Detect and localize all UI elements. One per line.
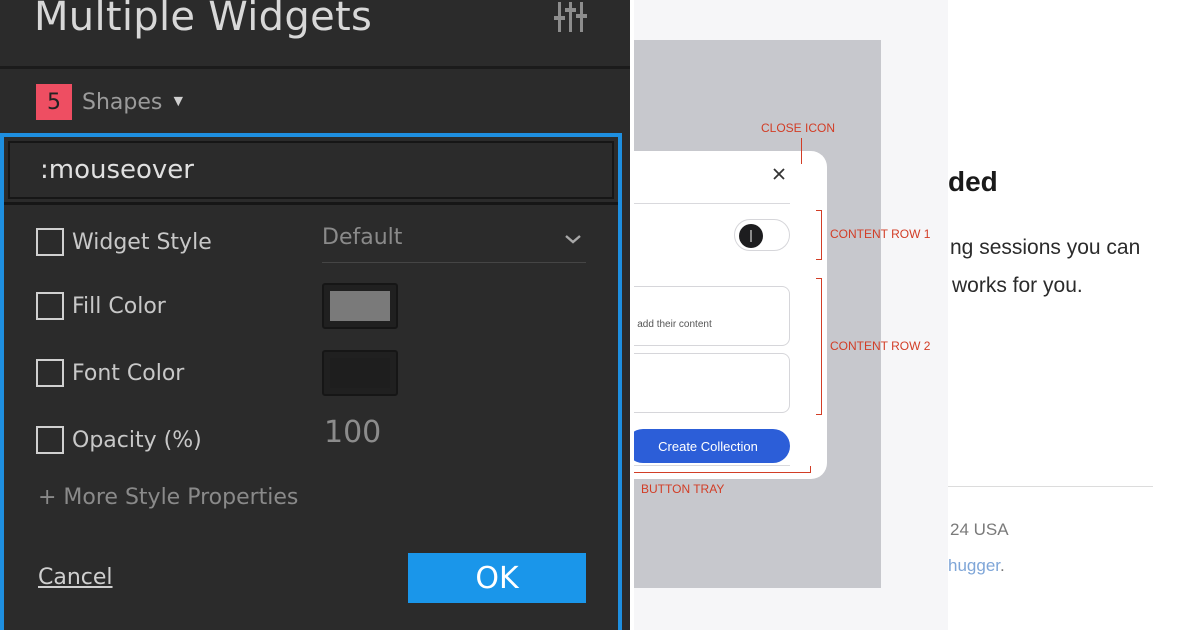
property-row-font-color: Font Color: [36, 356, 184, 390]
content-field-1[interactable]: rs to add their content: [634, 286, 790, 346]
fill-color-swatch[interactable]: [322, 283, 398, 329]
article-body-line-1: ng sessions you can: [950, 236, 1141, 259]
shapes-selector[interactable]: 5 Shapes ▼: [36, 84, 186, 120]
annotation-button-tray: BUTTON TRAY: [641, 482, 725, 496]
annotation-tray-bracket: [634, 472, 811, 473]
opacity-input[interactable]: 100: [324, 415, 381, 450]
annotation-row1-bracket: [821, 210, 822, 260]
modal-header-divider: [634, 203, 790, 204]
modal-dialog: rs to add their content Create Collectio…: [634, 151, 827, 479]
toggle-switch[interactable]: [734, 219, 790, 251]
footer-address: 24 USA: [950, 520, 1009, 539]
annotation-close-icon: CLOSE ICON: [761, 121, 836, 135]
widget-style-select[interactable]: Default: [322, 221, 586, 263]
footer-link-suffix: .: [1000, 556, 1005, 575]
annotation-tray-bracket-end: [810, 466, 811, 473]
article-heading: ded: [948, 166, 998, 197]
dropdown-caret-icon[interactable]: ▼: [170, 93, 186, 111]
modal-anatomy-diagram: rs to add their content Create Collectio…: [634, 0, 948, 630]
footer-link-line: hugger.: [948, 556, 1005, 576]
header-divider: [0, 66, 630, 69]
state-selector[interactable]: :mouseover: [8, 141, 614, 199]
article-excerpt: ded ng sessions you can works for you. 2…: [948, 0, 1200, 630]
font-color-label: Font Color: [72, 360, 185, 386]
state-label: :mouseover: [40, 155, 194, 185]
interaction-style-dialog: :mouseover Widget Style Default Fill Col…: [0, 133, 622, 630]
content-field-2[interactable]: [634, 353, 790, 413]
annotation-content-row-1: CONTENT ROW 1: [830, 227, 931, 241]
article-body-line-2: works for you.: [952, 274, 1083, 297]
font-color-swatch[interactable]: [322, 350, 398, 396]
widget-style-value: Default: [322, 225, 403, 250]
widget-style-label: Widget Style: [72, 229, 212, 255]
shapes-count-badge: 5: [36, 84, 72, 120]
fill-color-value: [330, 291, 390, 321]
footer-divider: [948, 486, 1153, 487]
cancel-button[interactable]: Cancel: [38, 565, 113, 590]
state-divider: [4, 202, 618, 205]
shapes-label: Shapes: [82, 89, 163, 115]
style-effects-panel: Multiple Widgets 5 Shapes ▼ :mouseover W…: [0, 0, 630, 630]
more-style-properties-link[interactable]: + More Style Properties: [38, 485, 298, 510]
annotation-content-row-2: CONTENT ROW 2: [830, 339, 931, 353]
opacity-checkbox[interactable]: [36, 426, 64, 454]
annotation-row1-bracket-top: [816, 210, 822, 211]
settings-sliders-icon[interactable]: [552, 2, 592, 32]
fill-color-checkbox[interactable]: [36, 292, 64, 320]
widget-style-checkbox[interactable]: [36, 228, 64, 256]
chevron-down-icon: [565, 235, 581, 244]
opacity-label: Opacity (%): [72, 427, 202, 453]
close-icon[interactable]: [772, 167, 786, 181]
annotation-row2-bracket-top: [816, 278, 822, 279]
font-color-checkbox[interactable]: [36, 359, 64, 387]
annotation-row2-bracket: [821, 278, 822, 415]
button-tray-divider: [634, 465, 790, 466]
create-collection-button[interactable]: Create Collection: [634, 429, 790, 463]
annotation-row1-bracket-bottom: [816, 259, 822, 260]
ok-button[interactable]: OK: [408, 553, 586, 603]
toggle-knob: [739, 224, 763, 248]
property-row-fill-color: Fill Color: [36, 289, 166, 323]
annotation-close-pointer: [801, 138, 802, 164]
annotation-row2-bracket-bottom: [816, 414, 822, 415]
footer-link[interactable]: hugger: [948, 556, 1000, 575]
font-color-value: [330, 358, 390, 388]
property-row-widget-style: Widget Style: [36, 225, 212, 259]
fill-color-label: Fill Color: [72, 293, 166, 319]
field-hint: rs to add their content: [634, 319, 712, 330]
property-row-opacity: Opacity (%): [36, 423, 202, 457]
panel-title: Multiple Widgets: [34, 0, 373, 40]
